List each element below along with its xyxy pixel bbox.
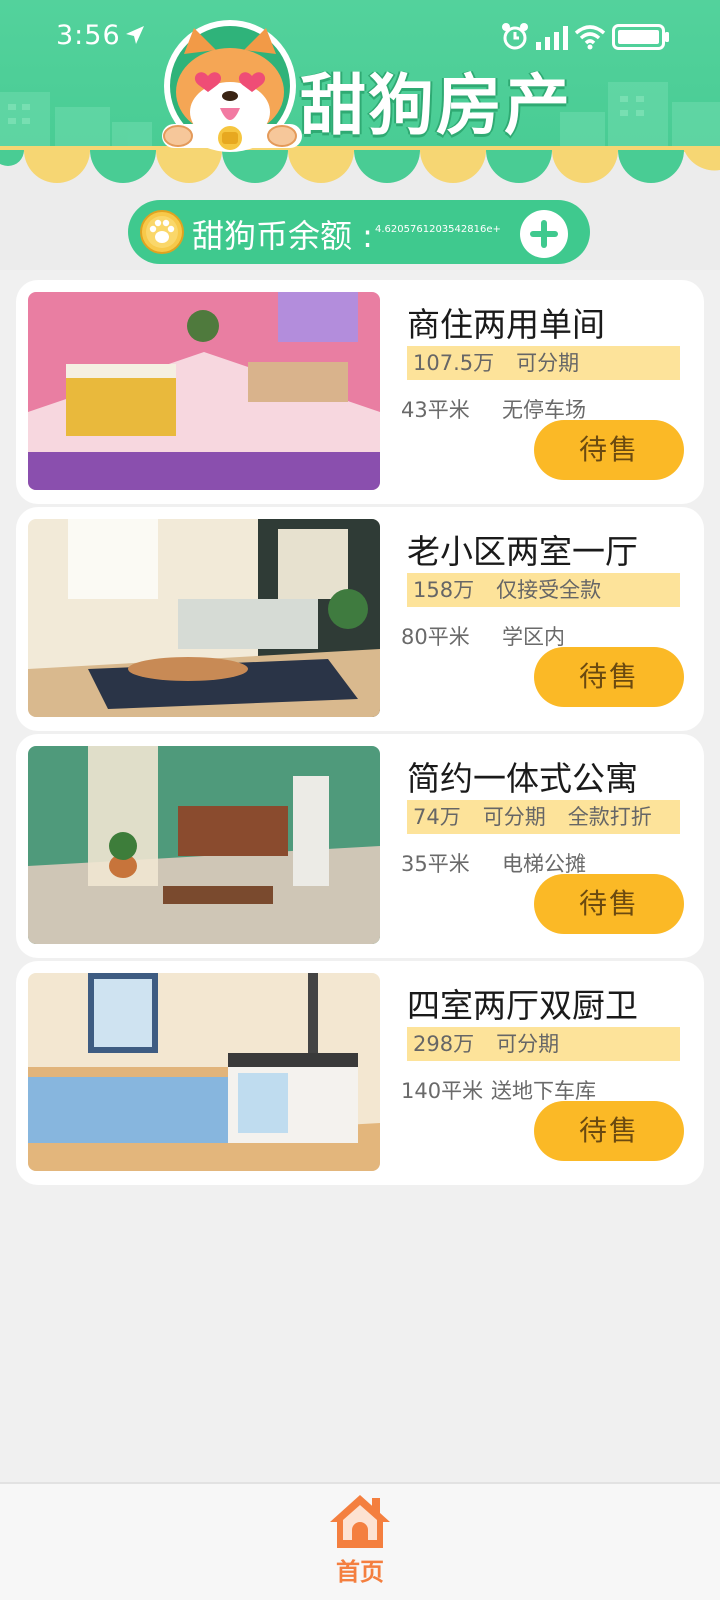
listing-price-tags: 107.5万 可分期 [407,346,680,380]
for-sale-button[interactable]: 待售 [534,647,684,707]
listing-area: 80平米 [401,625,470,649]
price-tag: 74万 [413,805,461,829]
app-title: 甜狗房产 [300,67,572,144]
listing-feature: 学区内 [502,625,565,649]
for-sale-button[interactable]: 待售 [534,1101,684,1161]
listing-photo [28,973,380,1171]
listing-feature: 电梯公摊 [502,852,586,876]
awning-decoration [0,146,720,183]
price-tag: 可分期 [482,805,546,829]
listing-card[interactable]: 老小区两室一厅 158万 仅接受全款 80平米 学区内 待售 [16,507,704,731]
listing-card[interactable]: 简约一体式公寓 74万 可分期 全款打折 35平米 电梯公摊 待售 [16,734,704,958]
paw-coin-icon [140,210,184,254]
listing-title: 四室两厅双厨卫 [407,986,638,1025]
status-time: 3:56 [56,20,121,51]
bottom-tab-bar: 首页 [0,1482,720,1600]
add-coins-button[interactable] [520,210,568,258]
for-sale-button[interactable]: 待售 [534,874,684,934]
listing-feature: 送地下车库 [491,1079,596,1103]
alarm-icon [502,23,528,50]
listing-photo [28,746,380,944]
price-tag: 可分期 [496,1032,560,1056]
listing-photo [28,519,380,717]
listing-feature: 无停车场 [502,398,586,422]
listing-price-tags: 74万 可分期 全款打折 [407,800,680,834]
battery-icon [612,24,669,50]
price-tag: 可分期 [516,351,580,375]
listing-area: 35平米 [401,852,470,876]
for-sale-button[interactable]: 待售 [534,420,684,480]
coin-balance-bar: 甜狗币余额 : 4.6205761203542816e+ [128,200,590,264]
price-tag: 298万 [413,1032,475,1056]
location-arrow-icon [126,26,144,44]
signal-icon [536,26,568,50]
coin-balance-label: 甜狗币余额 : [192,217,373,255]
listing-photo [28,292,380,490]
listing-area: 43平米 [401,398,470,422]
listing-title: 老小区两室一厅 [407,532,638,571]
price-tag: 全款打折 [567,805,652,829]
listing-card[interactable]: 商住两用单间 107.5万 可分期 43平米 无停车场 待售 [16,280,704,504]
home-icon [330,1495,390,1548]
shiba-dog-logo-icon [162,20,302,152]
tab-home[interactable]: 首页 [318,1492,402,1588]
listing-area: 140平米 [401,1079,484,1103]
coin-balance-value: 4.6205761203542816e+ [375,224,501,235]
wifi-icon [574,25,606,50]
tab-home-label: 首页 [336,1558,384,1586]
listing-price-tags: 298万 可分期 [407,1027,680,1061]
price-tag: 158万 [413,578,475,602]
listing-title: 商住两用单间 [407,305,605,344]
listing-price-tags: 158万 仅接受全款 [407,573,680,607]
listing-meta: 80平米 学区内 [401,621,565,651]
listing-card[interactable]: 四室两厅双厨卫 298万 可分期 140平米 送地下车库 待售 [16,961,704,1185]
header: 3:56 甜狗房产 甜狗币余额: 4.6205761203542816e+ [0,0,720,270]
price-tag: 107.5万 [413,351,495,375]
listing-title: 简约一体式公寓 [407,759,638,798]
price-tag: 仅接受全款 [496,578,602,602]
